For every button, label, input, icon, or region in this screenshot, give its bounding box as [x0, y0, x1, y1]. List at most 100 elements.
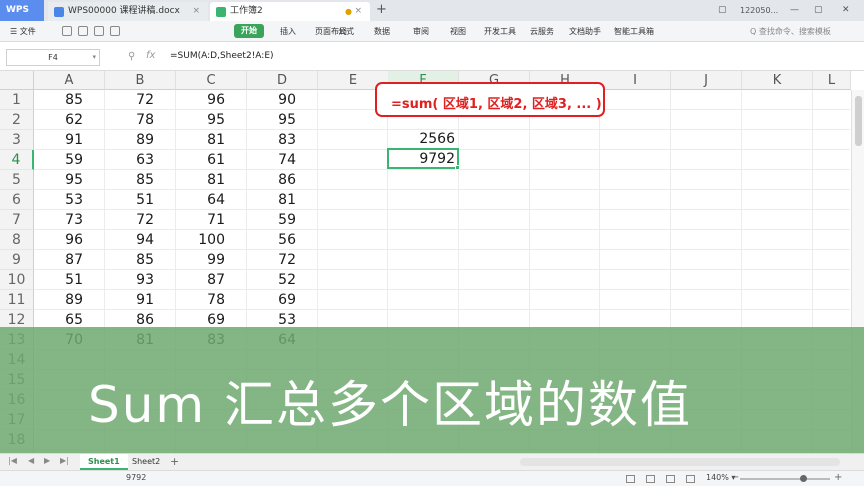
cell-a8[interactable]: 96 [34, 230, 87, 250]
cell-b2[interactable]: 78 [105, 110, 158, 130]
sheet-tab-sheet1[interactable]: Sheet1 [80, 454, 128, 470]
add-sheet-button[interactable]: + [170, 454, 179, 470]
cell-d10[interactable]: 52 [247, 270, 300, 290]
cell-b7[interactable]: 72 [105, 210, 158, 230]
cell-b9[interactable]: 85 [105, 250, 158, 270]
column-header-c[interactable]: C [176, 71, 247, 90]
cell-c1[interactable]: 96 [176, 90, 229, 110]
cell-a10[interactable]: 51 [34, 270, 87, 290]
row-header-1[interactable]: 1 [0, 90, 34, 110]
name-box[interactable]: F4 ▾ [6, 49, 100, 66]
new-tab-button[interactable]: + [376, 0, 387, 21]
cell-a3[interactable]: 91 [34, 130, 87, 150]
column-header-a[interactable]: A [34, 71, 105, 90]
first-sheet-icon[interactable]: |◀ [8, 456, 17, 465]
cell-b11[interactable]: 91 [105, 290, 158, 310]
cell-d4[interactable]: 74 [247, 150, 300, 170]
tab-document[interactable]: WPS00000 课程讲稿.docx × [48, 2, 208, 21]
select-all-corner[interactable] [0, 71, 34, 90]
cell-d3[interactable]: 83 [247, 130, 300, 150]
close-icon[interactable]: × [354, 2, 362, 21]
print-icon[interactable] [78, 26, 88, 36]
sheet-tab-sheet2[interactable]: Sheet2 [124, 454, 168, 470]
cell-d11[interactable]: 69 [247, 290, 300, 310]
redo-icon[interactable] [110, 26, 120, 36]
scrollbar-thumb[interactable] [855, 96, 862, 146]
cell-c8[interactable]: 100 [176, 230, 229, 250]
row-header-3[interactable]: 3 [0, 130, 34, 150]
prev-sheet-icon[interactable]: ◀ [28, 456, 34, 465]
cell-d8[interactable]: 56 [247, 230, 300, 250]
cell-b4[interactable]: 63 [105, 150, 158, 170]
menu-insert[interactable]: 插入 [280, 21, 296, 42]
cell-c9[interactable]: 99 [176, 250, 229, 270]
menu-doc-assistant[interactable]: 文档助手 [569, 21, 601, 42]
row-header-7[interactable]: 7 [0, 210, 34, 230]
cell-c3[interactable]: 81 [176, 130, 229, 150]
menu-home[interactable]: 开始 [234, 24, 264, 38]
cell-d1[interactable]: 90 [247, 90, 300, 110]
row-header-10[interactable]: 10 [0, 270, 34, 290]
window-layout-icon[interactable]: ▢ [718, 0, 727, 21]
cell-d7[interactable]: 59 [247, 210, 300, 230]
close-window-icon[interactable]: ✕ [842, 0, 850, 21]
cell-c6[interactable]: 64 [176, 190, 229, 210]
save-icon[interactable] [62, 26, 72, 36]
column-header-i[interactable]: I [600, 71, 671, 90]
formula-input[interactable]: =SUM(A:D,Sheet2!A:E) [170, 51, 274, 61]
undo-icon[interactable] [94, 26, 104, 36]
row-header-11[interactable]: 11 [0, 290, 34, 310]
cell-d6[interactable]: 81 [247, 190, 300, 210]
menu-review[interactable]: 审阅 [413, 21, 429, 42]
row-header-9[interactable]: 9 [0, 250, 34, 270]
menu-smart-tools[interactable]: 智能工具箱 [614, 21, 654, 42]
menu-formulas[interactable]: 公式 [338, 21, 354, 42]
menu-cloud[interactable]: 云服务 [530, 21, 554, 42]
cell-a4[interactable]: 59 [34, 150, 87, 170]
row-header-6[interactable]: 6 [0, 190, 34, 210]
column-header-d[interactable]: D [247, 71, 318, 90]
menu-data[interactable]: 数据 [374, 21, 390, 42]
cell-d5[interactable]: 86 [247, 170, 300, 190]
cell-c7[interactable]: 71 [176, 210, 229, 230]
menu-developer[interactable]: 开发工具 [484, 21, 516, 42]
minimize-icon[interactable]: — [790, 0, 799, 21]
column-header-k[interactable]: K [742, 71, 813, 90]
row-header-2[interactable]: 2 [0, 110, 34, 130]
column-header-b[interactable]: B [105, 71, 176, 90]
fx-icon[interactable]: fx [146, 50, 155, 61]
tab-workbook[interactable]: 工作簿2 ● × [210, 2, 370, 21]
row-header-5[interactable]: 5 [0, 170, 34, 190]
cell-d2[interactable]: 95 [247, 110, 300, 130]
cell-a1[interactable]: 85 [34, 90, 87, 110]
cell-b10[interactable]: 93 [105, 270, 158, 290]
close-icon[interactable]: × [192, 2, 200, 21]
page-layout-view-icon[interactable] [666, 475, 675, 483]
cell-b3[interactable]: 89 [105, 130, 158, 150]
next-sheet-icon[interactable]: ▶ [44, 456, 50, 465]
row-header-4[interactable]: 4 [0, 150, 34, 170]
cell-b6[interactable]: 51 [105, 190, 158, 210]
fill-handle[interactable] [455, 165, 460, 170]
cell-c4[interactable]: 61 [176, 150, 229, 170]
zoom-icon[interactable]: ⚲ [128, 51, 135, 62]
cell-b5[interactable]: 85 [105, 170, 158, 190]
maximize-icon[interactable]: ▢ [814, 0, 823, 21]
horizontal-scrollbar[interactable] [520, 458, 840, 466]
wps-logo[interactable]: WPS [0, 0, 44, 21]
menu-file[interactable]: ☰ 文件 [10, 21, 36, 42]
zoom-in-icon[interactable]: + [834, 472, 842, 483]
cell-c11[interactable]: 78 [176, 290, 229, 310]
cell-c5[interactable]: 81 [176, 170, 229, 190]
cell-f3[interactable]: 2566 [388, 129, 459, 149]
cell-b8[interactable]: 94 [105, 230, 158, 250]
command-search[interactable]: Q 查找命令、搜索模板 [750, 21, 831, 42]
cell-d9[interactable]: 72 [247, 250, 300, 270]
cell-a9[interactable]: 87 [34, 250, 87, 270]
chevron-down-icon[interactable]: ▾ [92, 50, 96, 65]
zoom-slider-knob[interactable] [800, 475, 807, 482]
cell-a2[interactable]: 62 [34, 110, 87, 130]
cell-c2[interactable]: 95 [176, 110, 229, 130]
row-header-8[interactable]: 8 [0, 230, 34, 250]
column-header-j[interactable]: J [671, 71, 742, 90]
